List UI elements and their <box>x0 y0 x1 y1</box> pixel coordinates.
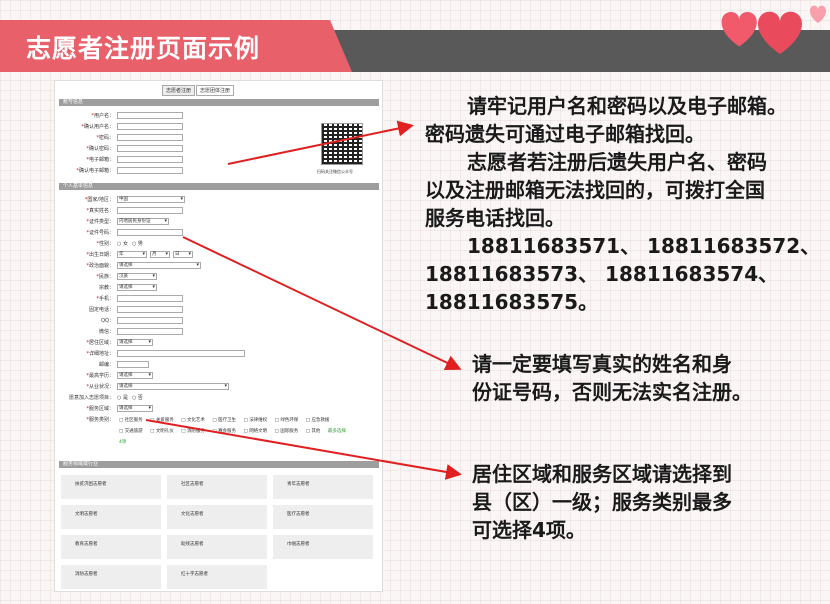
note-identity: 请一定要填写真实的姓名和身 份证号码，否则无法实名注册。 <box>472 352 752 404</box>
arrow-account <box>227 120 414 165</box>
note-region: 居住区域和服务区域请选择到 县（区）一级；服务类别最多 可选择4项。 <box>472 462 732 542</box>
arrow-identity <box>182 236 462 371</box>
arrow-region <box>145 419 462 480</box>
note-account: 请牢记用户名和密码以及电子邮箱。 密码遗失可通过电子邮箱找回。 志愿者若注册后遗… <box>425 94 821 314</box>
